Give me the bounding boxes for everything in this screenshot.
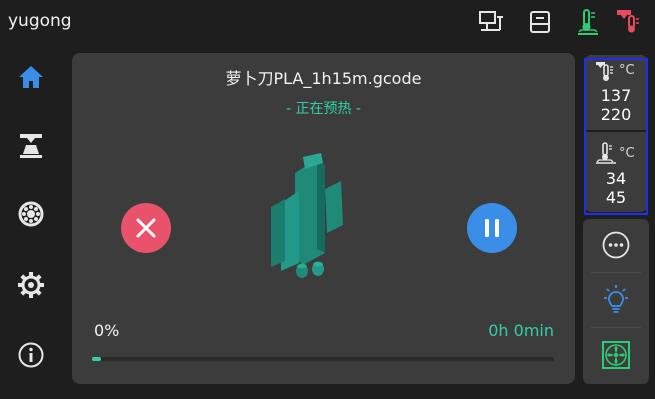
pause-icon <box>485 219 499 237</box>
progress-percent: 0% <box>94 321 120 340</box>
divider <box>591 327 641 328</box>
printer-icon <box>20 134 42 158</box>
more-icon <box>602 231 630 259</box>
bed-heating-icon <box>574 8 602 36</box>
temp-selection-outline <box>584 58 648 215</box>
light-button[interactable] <box>583 274 649 326</box>
print-job-panel: 萝卜刀PLA_1h15m.gcode - 正在预热 - 0% 0h 0min <box>72 53 575 384</box>
print-status: - 正在预热 - <box>285 101 361 117</box>
home-icon <box>19 66 43 88</box>
fan-button[interactable] <box>583 329 649 381</box>
progress-bar-fill <box>92 357 102 361</box>
close-icon <box>136 218 156 238</box>
light-icon <box>604 285 628 313</box>
gear-icon <box>18 272 44 298</box>
cancel-print-button[interactable] <box>121 203 171 253</box>
sidebar-item-home[interactable] <box>10 56 52 98</box>
sidebar-item-filament[interactable] <box>10 193 52 235</box>
sidebar-item-print[interactable] <box>10 125 52 167</box>
device-name: yugong <box>8 11 72 31</box>
time-remaining: 0h 0min <box>488 321 554 340</box>
filament-icon <box>18 201 44 227</box>
pause-print-button[interactable] <box>467 203 517 253</box>
info-icon <box>18 342 44 368</box>
progress-bar <box>92 357 554 361</box>
network-icon[interactable] <box>477 8 505 36</box>
top-bar: yugong <box>0 0 655 44</box>
quick-actions-panel <box>583 219 649 384</box>
sidebar-item-about[interactable] <box>10 334 52 376</box>
fan-icon <box>602 341 630 369</box>
divider <box>591 272 641 273</box>
file-name: 萝卜刀PLA_1h15m.gcode <box>225 69 422 88</box>
printer-status-icon[interactable] <box>526 8 554 36</box>
sidebar-item-settings[interactable] <box>10 264 52 306</box>
model-preview <box>265 153 355 283</box>
more-button[interactable] <box>583 219 649 271</box>
nozzle-heating-icon <box>614 8 642 36</box>
